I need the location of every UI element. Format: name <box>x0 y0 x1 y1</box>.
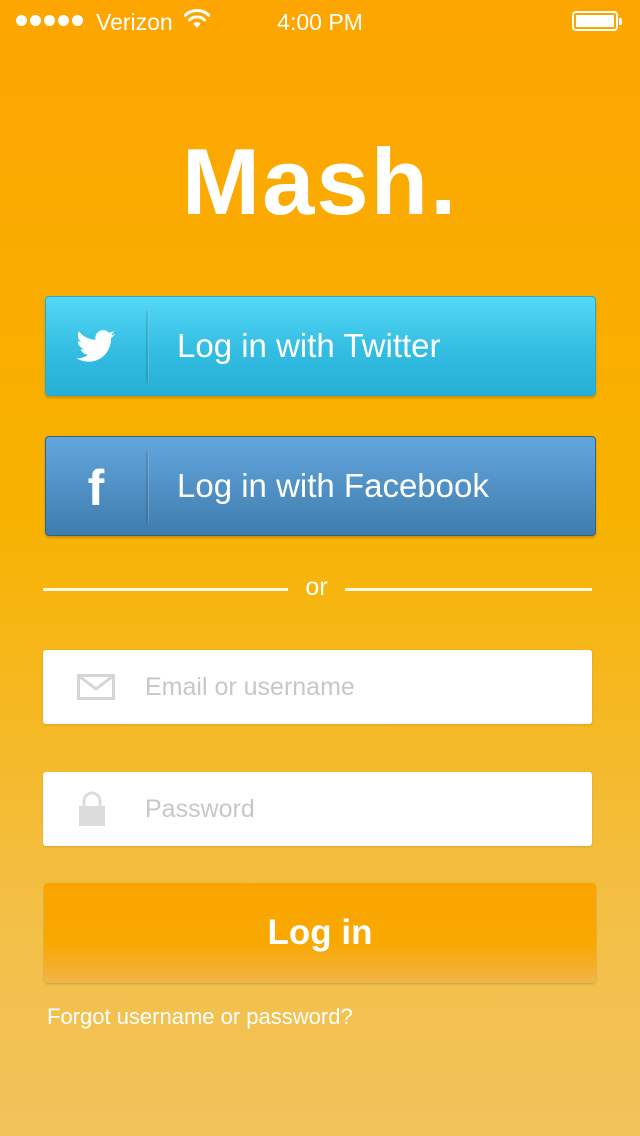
twitter-bird-icon <box>46 297 146 395</box>
separator-or-text: or <box>305 573 328 601</box>
battery-icon <box>572 11 622 31</box>
clock-time: 4:00 PM <box>277 9 363 35</box>
facebook-button-divider <box>146 451 149 523</box>
login-button[interactable]: Log in <box>44 883 596 983</box>
envelope-icon <box>77 650 115 724</box>
twitter-login-button[interactable]: Log in with Twitter <box>45 296 596 396</box>
email-field-container <box>43 650 592 724</box>
lock-icon <box>77 772 107 846</box>
facebook-login-button[interactable]: f Log in with Facebook <box>45 436 596 536</box>
app-logo: Mash. <box>181 129 459 234</box>
separator-line-left <box>43 588 288 591</box>
twitter-button-label: Log in with Twitter <box>177 327 441 364</box>
email-input[interactable] <box>145 650 575 724</box>
facebook-f-glyph: f <box>87 460 105 516</box>
separator-line-right <box>345 588 592 591</box>
password-input[interactable] <box>145 772 575 846</box>
twitter-button-divider <box>146 311 149 383</box>
password-field-container <box>43 772 592 846</box>
forgot-credentials-link[interactable]: Forgot username or password? <box>47 1004 353 1030</box>
facebook-f-icon: f <box>46 437 146 535</box>
facebook-button-label: Log in with Facebook <box>177 467 489 504</box>
status-bar: Verizon 4:00 PM <box>0 0 640 42</box>
